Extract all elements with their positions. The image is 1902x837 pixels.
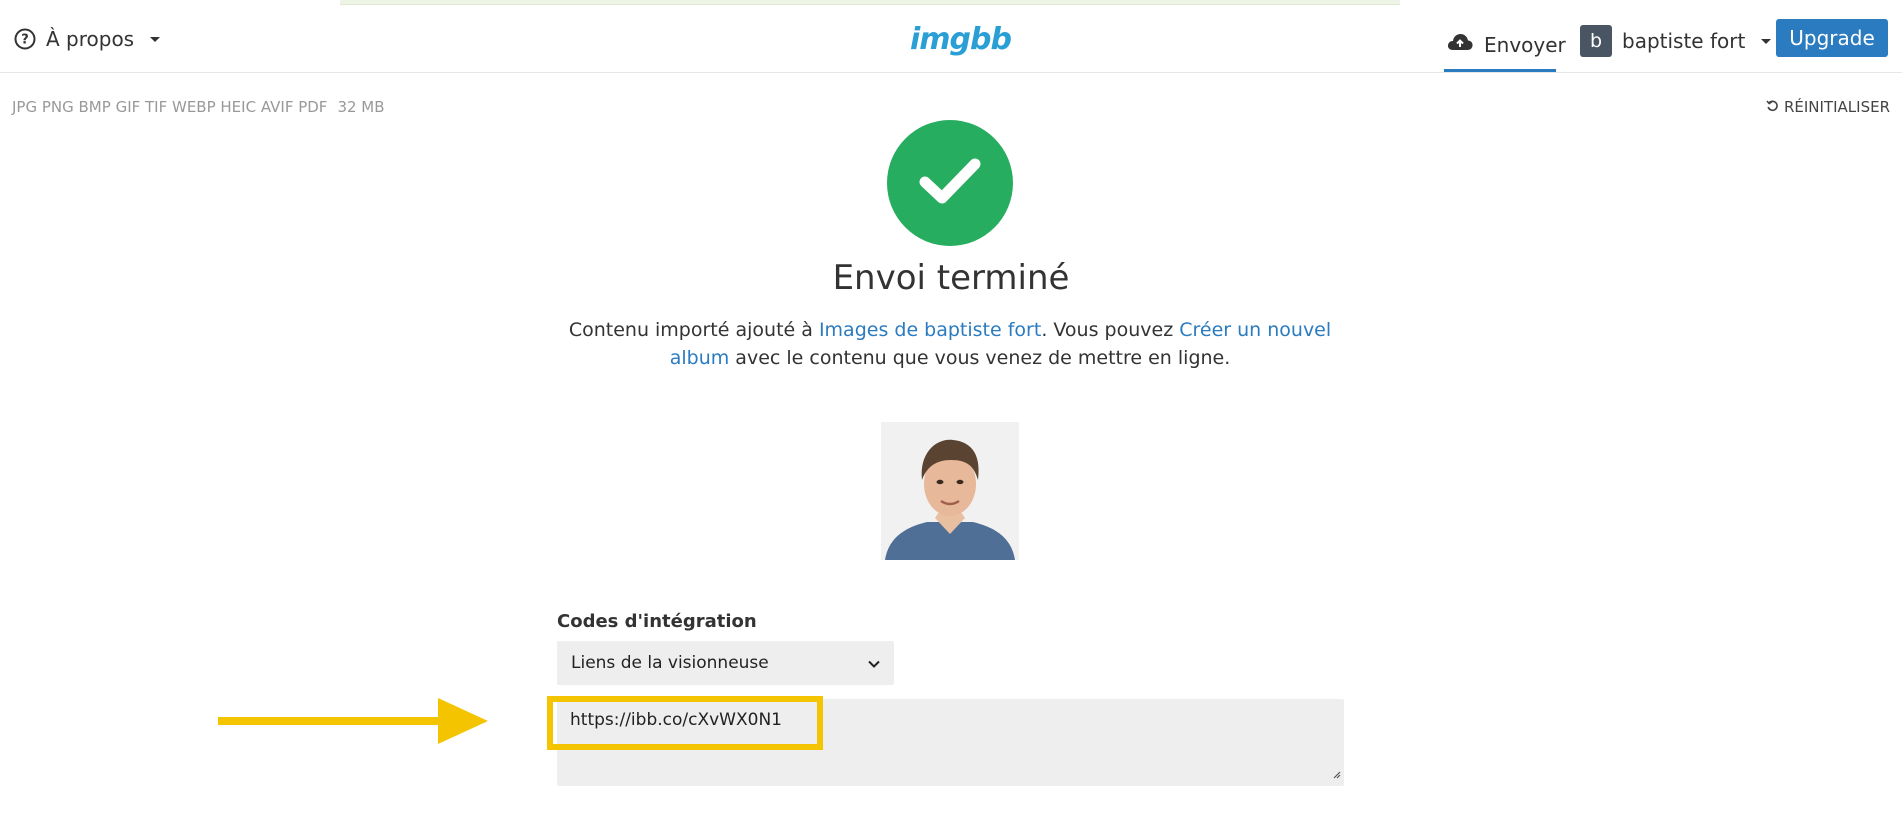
upload-description: Contenu importé ajouté à Images de bapti… (560, 316, 1340, 372)
about-menu[interactable]: ? À propos (14, 27, 161, 51)
avatar: b (1580, 25, 1612, 57)
reset-button[interactable]: RÉINITIALISER (1766, 98, 1890, 116)
caret-down-icon (150, 36, 161, 42)
embed-codes-label: Codes d'intégration (557, 611, 757, 632)
supported-formats: JPG PNG BMP GIF TIF WEBP HEIC AVIF PDF 32… (12, 98, 385, 116)
max-size: 32 MB (337, 98, 385, 116)
uploaded-image-thumbnail[interactable] (881, 422, 1019, 560)
highlight-box (547, 696, 823, 750)
resize-handle-icon[interactable] (1331, 764, 1341, 783)
desc-text: . Vous pouvez (1041, 319, 1180, 341)
images-album-link[interactable]: Images de baptiste fort (819, 319, 1041, 341)
upload-tab[interactable]: Envoyer (1444, 20, 1566, 72)
user-menu[interactable]: b baptiste fort (1580, 25, 1772, 57)
formats-list: JPG PNG BMP GIF TIF WEBP HEIC AVIF PDF (12, 98, 328, 116)
reset-label: RÉINITIALISER (1783, 98, 1890, 116)
embed-code-select[interactable]: Liens de la visionneuse (557, 641, 894, 685)
upload-complete-title: Envoi terminé (832, 258, 1070, 298)
top-strip-bar (340, 0, 1400, 5)
user-name: baptiste fort (1622, 29, 1746, 53)
checkmark-icon (917, 155, 983, 211)
desc-text: avec le contenu que vous venez de mettre… (729, 347, 1231, 369)
cloud-upload-icon (1446, 31, 1474, 58)
chevron-down-icon (868, 653, 880, 673)
caret-down-icon (1761, 38, 1772, 44)
about-label: À propos (46, 27, 135, 51)
selected-option: Liens de la visionneuse (571, 653, 769, 673)
success-badge (887, 120, 1013, 246)
upload-label: Envoyer (1484, 32, 1566, 57)
arrow-right-icon (218, 695, 492, 751)
browser-top-strip (0, 0, 1902, 8)
desc-text: Contenu importé ajouté à (568, 319, 819, 341)
imgbb-logo[interactable]: imgbb (910, 22, 1012, 57)
help-circle-icon: ? (14, 28, 36, 50)
svg-text:?: ? (21, 33, 29, 48)
top-header: ? À propos imgbb Envoyer b baptiste fort… (0, 8, 1902, 73)
upgrade-button[interactable]: Upgrade (1776, 19, 1888, 57)
reset-icon (1766, 98, 1779, 116)
